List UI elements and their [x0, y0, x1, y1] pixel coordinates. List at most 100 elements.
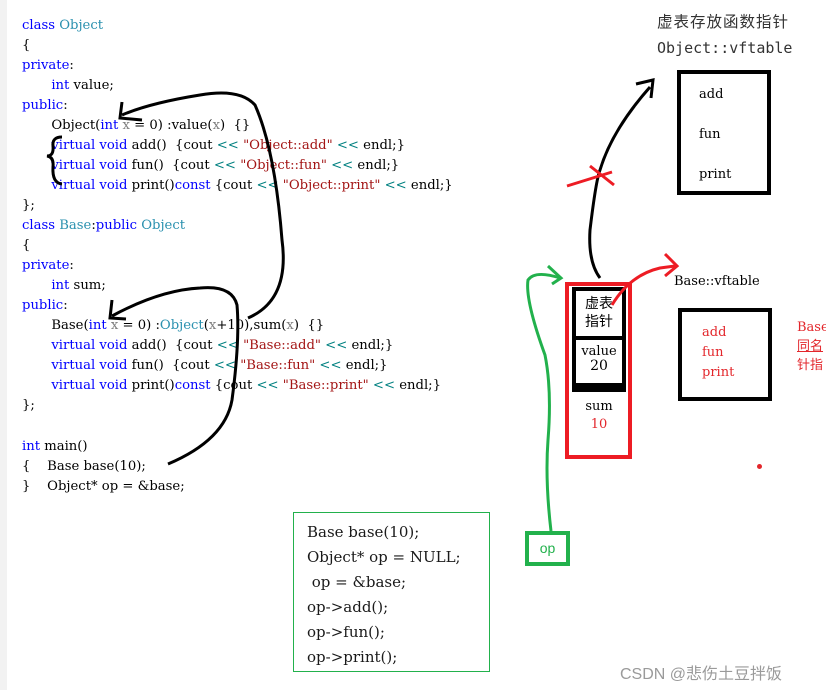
code-token: int [22, 439, 41, 454]
code-token: public [22, 98, 64, 113]
code-line: } Object* op = &base; [22, 477, 185, 497]
code-line: virtual void fun() {cout << "Object::fun… [22, 156, 453, 176]
code-line: { Base base(10); [22, 457, 185, 477]
code-token: "Base::print" [282, 378, 369, 393]
code-token: "Object::fun" [240, 158, 327, 173]
class-definitions-code: class Object{private: int value; public: … [22, 16, 453, 416]
vftable-entry: print [702, 365, 735, 380]
code-token: add() {cout [127, 138, 217, 153]
arrowhead-icon [663, 252, 680, 278]
code-line: { [22, 36, 453, 56]
code-line: private: [22, 256, 453, 276]
vptr-cell: 虚表 指针 [572, 287, 626, 342]
code-token: { [22, 238, 31, 253]
code-token: sum; [69, 278, 106, 293]
code-token: ) {} [220, 118, 251, 133]
code-token: print() [127, 378, 175, 393]
code-token: << [325, 338, 348, 353]
code-token: Object [141, 218, 186, 233]
code-token: << [256, 178, 279, 193]
code-token: } Object* op = &base; [22, 479, 185, 494]
code-line: Base(int x = 0) :Object(x+10),sum(x) {} [22, 316, 453, 336]
vftable-entry: fun [699, 127, 721, 142]
object-vftable-box: add fun print [677, 70, 771, 195]
code-token: class [22, 18, 60, 33]
code-token: << [216, 138, 239, 153]
code-token: { Base base(10); [22, 459, 146, 474]
base-object-layout: 虚表 指针 value 20 sum 10 [565, 282, 632, 459]
code-line: virtual void print()const {cout << "Base… [22, 376, 453, 396]
pointer-op-box: op [525, 531, 570, 566]
usage-line: Object* op = NULL; [307, 548, 461, 566]
code-token: Base( [22, 318, 89, 333]
cross-out-icon [566, 164, 615, 188]
code-token: << [384, 178, 407, 193]
stray-dot [757, 464, 762, 469]
sum-label: sum [585, 399, 613, 414]
op-pointer-arrow [526, 273, 561, 532]
sum-number: 10 [590, 417, 608, 432]
code-token: "Base::fun" [240, 358, 316, 373]
arrowhead-icon [635, 78, 655, 99]
code-token: }; [22, 198, 35, 213]
code-token: private [22, 258, 70, 273]
code-token: }; [22, 398, 35, 413]
old-vptr-arrow [588, 86, 652, 279]
code-line: { [22, 236, 453, 256]
arrowhead-icon [546, 264, 564, 286]
code-token: endl;} [341, 358, 388, 373]
code-token: Object [159, 318, 204, 333]
code-line: virtual void print()const {cout << "Obje… [22, 176, 452, 196]
code-line: class Base:public Object [22, 216, 453, 236]
code-token: << [213, 358, 236, 373]
code-token: add() {cout [127, 338, 217, 353]
usage-line: op = &base; [307, 573, 407, 591]
code-token: main() [40, 439, 88, 454]
vftable-caption: 虚表存放函数指针 [657, 13, 790, 31]
note-line: Base [797, 320, 826, 335]
code-line: }; [22, 396, 453, 416]
code-token: << [256, 378, 279, 393]
code-token: : [69, 258, 74, 273]
code-token: +10),sum( [216, 318, 287, 333]
vptr-label: 指针 [585, 314, 613, 330]
main-function-code: int main() { Base base(10); } Object* op =… [22, 437, 185, 497]
code-token: : [63, 298, 68, 313]
code-token: int [100, 118, 119, 133]
code-line: }; [22, 196, 453, 216]
code-line: class Object [22, 16, 453, 36]
code-line: public: [22, 296, 453, 316]
code-token: print() [127, 178, 175, 193]
base-override-note: Base 同名 针指 [797, 318, 826, 375]
code-token: public [22, 298, 64, 313]
code-token: : [63, 98, 68, 113]
code-token: << [319, 358, 342, 373]
code-token: int [88, 318, 107, 333]
code-line: virtual void add() {cout << "Object::add… [22, 136, 453, 156]
usage-line: op->print(); [307, 648, 398, 666]
note-line: 同名 [797, 339, 824, 354]
usage-line: op->fun(); [307, 623, 385, 641]
code-token: x [212, 118, 220, 133]
code-line: int main() [22, 437, 185, 457]
code-token: = 0) :value( [129, 118, 213, 133]
code-line: virtual void fun() {cout << "Base::fun" … [22, 356, 453, 376]
code-token: int [51, 278, 70, 293]
code-token: { [22, 38, 31, 53]
code-token: endl;} [395, 378, 441, 393]
object-vftable-title: Object::vftable [657, 39, 793, 57]
code-token: endl;} [358, 138, 405, 153]
vftable-entry: add [702, 325, 727, 340]
code-token: private [22, 58, 70, 73]
code-token: public [95, 218, 137, 233]
code-token: = 0) : [118, 318, 160, 333]
code-token: endl;} [353, 158, 400, 173]
value-label: value [581, 344, 617, 359]
vftable-entry: fun [702, 345, 724, 360]
vftable-entry: add [699, 87, 724, 102]
usage-code-box: Base base(10); Object* op = NULL; op = &… [293, 512, 490, 672]
code-token: {cout [210, 178, 257, 193]
